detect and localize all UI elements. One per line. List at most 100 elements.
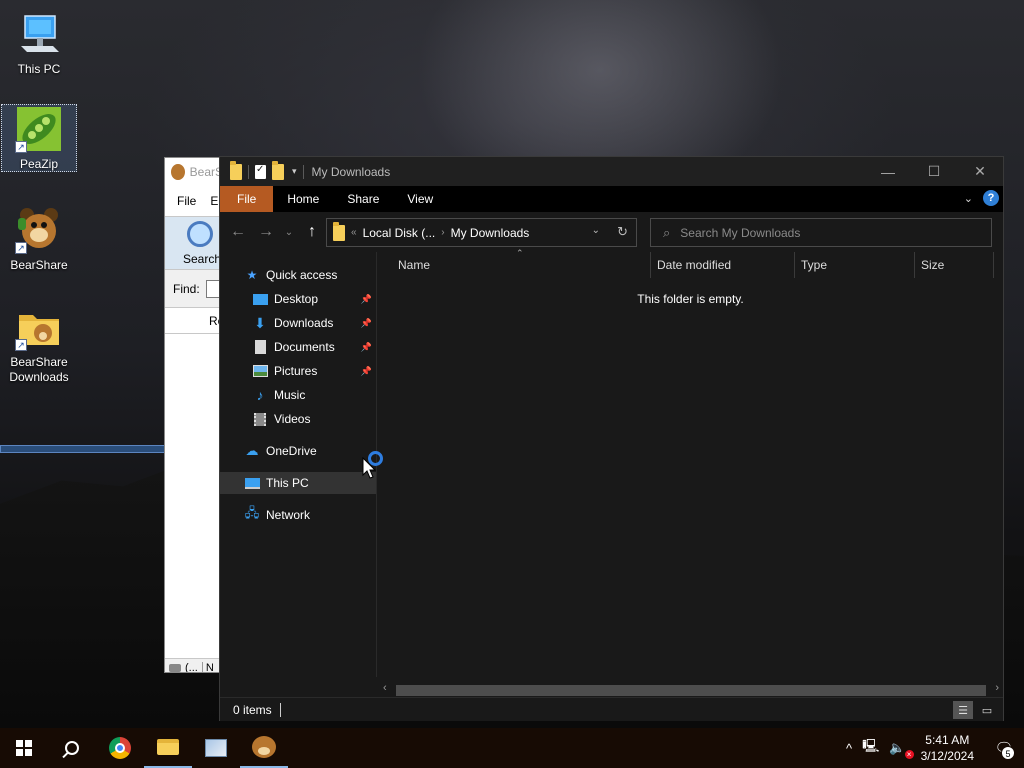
explorer-titlebar[interactable]: ▾ My Downloads — ☐ ✕: [220, 157, 1003, 186]
bearshare-title: BearS: [189, 165, 223, 179]
file-list[interactable]: ⌃ Name Date modified Type Size This fold…: [378, 248, 1003, 677]
large-icons-view-icon[interactable]: ▭: [977, 701, 997, 719]
explorer-window[interactable]: ▾ My Downloads — ☐ ✕ File Home Share Vie…: [219, 156, 1004, 721]
minimize-button[interactable]: —: [865, 157, 911, 186]
address-bar[interactable]: « Local Disk (... › My Downloads ⌄ ↻: [326, 218, 637, 247]
divider: [248, 164, 249, 179]
video-icon: [252, 412, 268, 426]
column-name[interactable]: Name: [392, 252, 650, 278]
address-dropdown-icon[interactable]: ⌄: [592, 225, 600, 236]
column-size[interactable]: Size: [914, 252, 994, 278]
bearshare-menu-edit[interactable]: E: [210, 194, 218, 208]
scroll-left-icon[interactable]: ‹: [383, 682, 387, 694]
nav-label: Network: [266, 508, 311, 522]
breadcrumb-separator-icon[interactable]: ›: [441, 227, 444, 238]
bearshare-results-header: Re: [165, 308, 223, 334]
nav-quick-access[interactable]: ★ Quick access: [220, 264, 376, 286]
nav-onedrive[interactable]: ☁ OneDrive: [220, 440, 376, 462]
back-button[interactable]: ←: [224, 223, 252, 241]
shortcut-arrow-icon: ↗: [15, 339, 27, 351]
bearshare-search-label: Search: [183, 252, 222, 266]
bearshare-find-label: Find:: [173, 281, 200, 296]
nav-documents[interactable]: Documents 📌: [220, 336, 376, 358]
chrome-icon: [109, 737, 131, 759]
music-note-icon: ♪: [256, 387, 264, 403]
nav-desktop[interactable]: Desktop 📌: [220, 288, 376, 310]
bearshare-status-text: (...: [185, 661, 198, 673]
bearshare-status-text-2: N: [201, 661, 214, 672]
desktop-icon-bearshare[interactable]: ↗ BearShare: [1, 204, 77, 272]
bearshare-find-row: Find:: [165, 270, 223, 308]
bearshare-search-button[interactable]: Search: [165, 216, 223, 270]
column-date-modified[interactable]: Date modified: [650, 252, 794, 278]
search-input[interactable]: [680, 225, 961, 240]
tab-home[interactable]: Home: [273, 186, 333, 212]
network-icon: 🖧: [244, 505, 260, 520]
pictures-icon: [252, 364, 268, 378]
computer-icon: [15, 10, 63, 58]
new-folder-icon[interactable]: [272, 160, 284, 180]
refresh-icon[interactable]: ↻: [617, 224, 628, 240]
tab-view[interactable]: View: [393, 186, 447, 212]
taskbar-chrome[interactable]: [96, 728, 144, 768]
properties-icon[interactable]: [255, 164, 266, 179]
bearshare-icon: [252, 736, 276, 758]
system-tray: ^ 🖳 🔈 5:41 AM 3/12/2024 🗨 5: [841, 728, 1024, 768]
search-icon: ⌕: [663, 224, 671, 240]
taskbar-bearshare[interactable]: [240, 728, 288, 768]
nav-music[interactable]: ♪ Music: [220, 384, 376, 406]
busy-spinner-icon: [368, 451, 383, 466]
pin-icon[interactable]: 📌: [361, 294, 372, 305]
pin-icon[interactable]: 📌: [361, 366, 372, 377]
taskbar-file-explorer[interactable]: [144, 728, 192, 768]
details-view-icon[interactable]: ☰: [953, 701, 973, 719]
overflow-chevron-icon[interactable]: «: [351, 227, 357, 238]
bearshare-titlebar[interactable]: BearS: [165, 158, 223, 186]
star-icon: ★: [246, 268, 258, 282]
desktop-icon-peazip[interactable]: ↗ PeaZip: [1, 104, 77, 172]
divider: [302, 164, 304, 179]
pin-icon[interactable]: 📌: [361, 318, 372, 329]
desktop-icon-this-pc[interactable]: This PC: [1, 10, 77, 76]
nav-network[interactable]: 🖧 Network: [220, 504, 376, 526]
customize-dropdown-icon[interactable]: ▾: [292, 166, 297, 177]
taskbar-search-button[interactable]: [48, 728, 96, 768]
tab-file[interactable]: File: [220, 186, 274, 212]
desktop-icon-bearshare-downloads[interactable]: ↗ BearShare Downloads: [1, 303, 77, 387]
forward-button[interactable]: →: [252, 223, 280, 241]
help-icon[interactable]: ?: [983, 190, 999, 206]
start-button[interactable]: [0, 728, 48, 768]
scrollbar-thumb[interactable]: [396, 685, 986, 696]
nav-this-pc[interactable]: This PC: [220, 472, 376, 494]
clock[interactable]: 5:41 AM 3/12/2024: [911, 732, 984, 764]
nav-label: Quick access: [266, 268, 338, 282]
action-center-button[interactable]: 🗨 5: [984, 728, 1024, 768]
breadcrumb-my-downloads[interactable]: My Downloads: [451, 226, 530, 240]
search-box[interactable]: ⌕: [650, 218, 992, 247]
empty-folder-message: This folder is empty.: [637, 292, 744, 306]
nav-pictures[interactable]: Pictures 📌: [220, 360, 376, 382]
tab-share[interactable]: Share: [333, 186, 393, 212]
volume-muted-icon[interactable]: 🔈: [884, 740, 914, 759]
show-hidden-icons-icon[interactable]: ^: [841, 741, 857, 756]
bearshare-menu-file[interactable]: File: [177, 194, 196, 208]
desktop-icon-label: PeaZip: [19, 157, 59, 171]
close-button[interactable]: ✕: [957, 157, 1003, 186]
expand-ribbon-icon[interactable]: ⌄: [964, 192, 973, 205]
bearshare-window[interactable]: BearS File E Search Find: Re (... N: [164, 157, 224, 673]
maximize-button[interactable]: ☐: [911, 157, 957, 186]
network-status-icon[interactable]: 🖳: [857, 737, 884, 759]
file-explorer-icon: [157, 739, 179, 755]
nav-videos[interactable]: Videos: [220, 408, 376, 430]
nav-downloads[interactable]: ⬇ Downloads 📌: [220, 312, 376, 334]
up-button[interactable]: ↑: [298, 223, 326, 241]
horizontal-scrollbar[interactable]: ‹ ›: [378, 682, 1003, 696]
column-type[interactable]: Type: [794, 252, 914, 278]
recent-locations-button[interactable]: ⌄: [280, 227, 298, 238]
taskbar-app[interactable]: [192, 728, 240, 768]
desktop-icon-label: This PC: [17, 62, 61, 76]
desktop-icon: [252, 292, 268, 306]
pin-icon[interactable]: 📌: [361, 342, 372, 353]
breadcrumb-local-disk[interactable]: Local Disk (...: [363, 226, 436, 240]
scroll-right-icon[interactable]: ›: [995, 682, 999, 694]
